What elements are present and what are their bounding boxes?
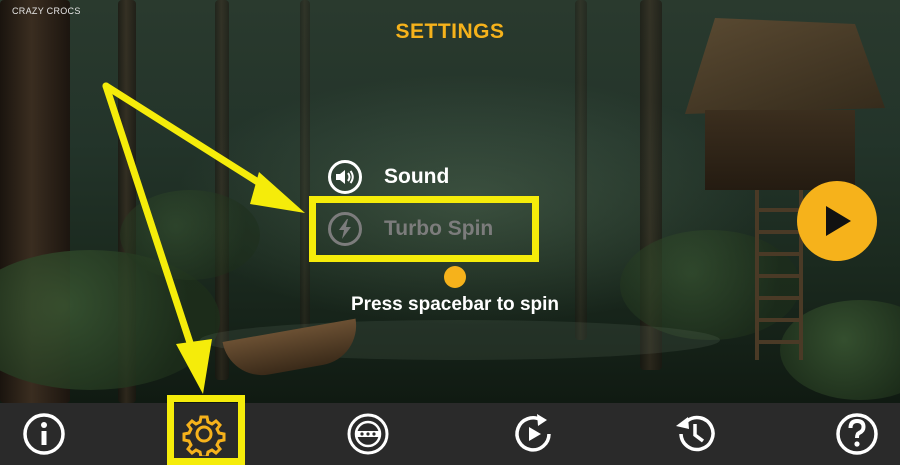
sound-toggle[interactable]: Sound <box>328 160 449 194</box>
autoplay-button[interactable] <box>338 403 398 465</box>
play-icon <box>826 206 851 236</box>
sound-label: Sound <box>384 165 450 188</box>
settings-button-highlight <box>167 395 245 465</box>
game-logo-text: CRAZY CROCS <box>12 6 81 16</box>
turbo-spin-highlight <box>309 196 539 262</box>
help-icon <box>836 413 878 455</box>
bottom-toolbar <box>0 403 900 465</box>
page-indicator-dot <box>444 266 466 288</box>
info-button[interactable] <box>14 403 74 465</box>
replay-icon <box>515 414 551 452</box>
replay-button[interactable] <box>503 403 563 465</box>
autoplay-icon <box>347 413 389 455</box>
history-button[interactable] <box>665 403 725 465</box>
info-icon <box>23 413 65 455</box>
page-title: SETTINGS <box>395 20 505 43</box>
speaker-icon <box>328 160 362 194</box>
history-icon <box>676 415 715 452</box>
help-button[interactable] <box>827 403 887 465</box>
spacebar-hint: Press spacebar to spin <box>350 294 560 315</box>
play-button[interactable] <box>797 181 877 261</box>
